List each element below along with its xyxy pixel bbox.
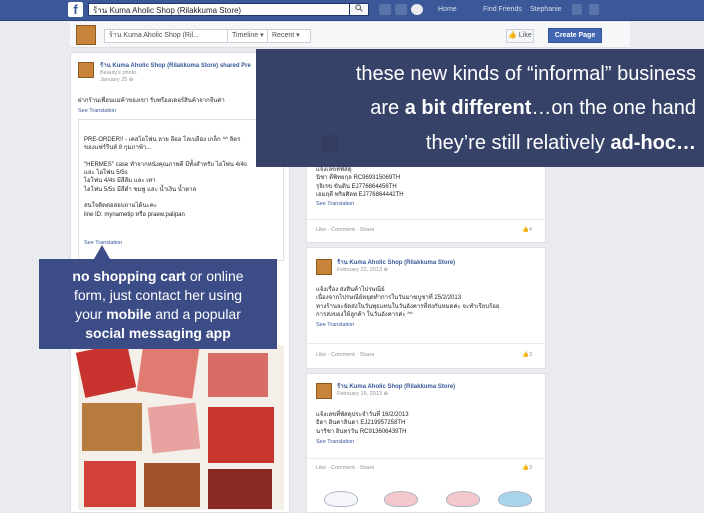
post-3-like-count[interactable]: 👍3 bbox=[522, 465, 532, 472]
bottom-caption-text-1: or online bbox=[185, 268, 244, 284]
friend-requests-icon[interactable] bbox=[379, 4, 391, 15]
shared-photo-text: PRE-ORDER!! - เคสไอโฟน ลาย ลีออ โลเบลีอง… bbox=[84, 137, 247, 218]
whale-thumbnail[interactable] bbox=[446, 491, 480, 507]
facebook-top-bar: f ร้าน Kuma Aholic Shop (Rilakkuma Store… bbox=[0, 0, 704, 21]
search-glyph bbox=[355, 4, 363, 12]
divider bbox=[307, 458, 545, 459]
post-date[interactable]: January 25 ⊕ bbox=[100, 77, 133, 84]
post-3-body: แจ้งเลขที่พัสดุประจำวันที่ 16/2/2013 ธิด… bbox=[316, 412, 409, 435]
post-avatar-3[interactable] bbox=[316, 383, 332, 399]
caption-line-3-bold: ad-hoc… bbox=[610, 132, 696, 154]
settings-icon[interactable] bbox=[589, 4, 599, 15]
bottom-caption-line-1: no shopping cart or online bbox=[39, 267, 277, 285]
post-2-actions[interactable]: Like · Comment · Share bbox=[316, 352, 374, 359]
find-friends-link[interactable]: Find Friends bbox=[483, 4, 522, 16]
post-2-date[interactable]: February 22, 2013 ⊕ bbox=[337, 267, 388, 274]
whale-thumbnail[interactable] bbox=[324, 491, 358, 507]
post-2-author[interactable]: ร้าน Kuma Aholic Shop (Rilakkuma Store) bbox=[337, 259, 455, 267]
divider bbox=[307, 219, 545, 220]
post-1-like-count[interactable]: 👍4 bbox=[522, 227, 532, 234]
post-3-date[interactable]: February 16, 2013 ⊕ bbox=[337, 391, 388, 398]
see-translation-link[interactable]: See Translation bbox=[78, 108, 116, 115]
like-page-button[interactable]: 👍 Like bbox=[506, 29, 534, 43]
post-3-actions[interactable]: Like · Comment · Share bbox=[316, 465, 374, 472]
see-translation-link-post1[interactable]: See Translation bbox=[316, 201, 354, 208]
post-avatar-2[interactable] bbox=[316, 259, 332, 275]
case-coral bbox=[208, 353, 268, 397]
caption-line-3: they’re still relatively ad-hoc… bbox=[426, 130, 696, 156]
post-avatar[interactable] bbox=[78, 62, 94, 78]
case-dark-red bbox=[208, 469, 272, 509]
lock-icon[interactable] bbox=[572, 4, 582, 15]
bottom-caption-bold-1: no shopping cart bbox=[72, 268, 186, 284]
caption-pointer-arrow bbox=[94, 245, 110, 259]
profile-link[interactable]: Stephanie bbox=[530, 4, 562, 16]
product-photo[interactable] bbox=[75, 341, 284, 510]
bottom-caption-line-2: form, just contact her using bbox=[73, 287, 243, 303]
breadcrumb-page[interactable]: ร้าน Kuma Aholic Shop (Ril... bbox=[104, 29, 234, 43]
facebook-logo[interactable]: f bbox=[68, 2, 83, 17]
caption-line-2-bold: a bit different bbox=[404, 97, 532, 119]
page-avatar[interactable] bbox=[76, 25, 96, 45]
bottom-caption-text-3c: and a popular bbox=[151, 306, 241, 322]
caption-line-2: are a bit different…on the one hand bbox=[370, 95, 696, 121]
divider bbox=[307, 343, 545, 344]
caption-line-1: these new kinds of “informal” business bbox=[356, 61, 696, 87]
caption-line-2-c: …on the one hand bbox=[531, 97, 696, 119]
case-pink bbox=[136, 341, 200, 399]
post-2-body: แจ้งเรื่อง ส่งสินค้าไปรษณีย์ เนื่องจากไป… bbox=[316, 287, 500, 318]
caption-line-3-a: they’re still relatively bbox=[425, 132, 611, 154]
case-red-2 bbox=[208, 407, 274, 463]
see-translation-link-post3[interactable]: See Translation bbox=[316, 439, 354, 446]
recent-dropdown[interactable]: Recent ▾ bbox=[267, 29, 311, 43]
messages-icon[interactable] bbox=[395, 4, 407, 15]
create-page-button[interactable]: Create Page bbox=[548, 28, 602, 43]
post-intro: ฝากร้านเพื่อนแม่ค้าของเขา รับพรีออเดอร์ส… bbox=[78, 98, 225, 104]
slide-caption-bottom: no shopping cart or online form, just co… bbox=[39, 259, 277, 349]
home-link[interactable]: Home bbox=[438, 4, 457, 16]
post-3-author[interactable]: ร้าน Kuma Aholic Shop (Rilakkuma Store) bbox=[337, 383, 455, 391]
case-light-pink bbox=[147, 402, 201, 454]
case-brown bbox=[82, 403, 142, 451]
case-red bbox=[75, 342, 137, 398]
whale-thumbnail[interactable] bbox=[384, 491, 418, 507]
case-red-3 bbox=[84, 461, 136, 507]
caption-line-1-text: these new kinds of “informal” business bbox=[355, 63, 696, 85]
post-2-like-count[interactable]: 👍3 bbox=[522, 352, 532, 359]
post-subtitle: Beauty's photo. bbox=[100, 70, 138, 76]
search-icon[interactable] bbox=[349, 3, 369, 16]
caption-line-2-a: are bbox=[370, 97, 405, 119]
post-1-body: แจ้งเลขที่พัสดุ นิชา ดีพิทยกุล RC9693150… bbox=[316, 167, 404, 198]
bottom-caption-bold-3: mobile bbox=[106, 306, 152, 322]
see-translation-link-post2[interactable]: See Translation bbox=[316, 322, 354, 329]
bottom-caption-line-3: your mobile and a popular bbox=[39, 305, 277, 323]
search-input[interactable]: ร้าน Kuma Aholic Shop (Rilakkuma Store) bbox=[88, 3, 350, 16]
bottom-caption-line-4: social messaging app bbox=[85, 325, 231, 341]
post-1-actions[interactable]: Like · Comment · Share bbox=[316, 227, 374, 234]
case-brown-2 bbox=[144, 463, 200, 507]
bottom-caption-text-3a: your bbox=[75, 306, 107, 322]
globe-icon[interactable] bbox=[411, 4, 423, 15]
whale-thumbnail[interactable] bbox=[498, 491, 532, 507]
